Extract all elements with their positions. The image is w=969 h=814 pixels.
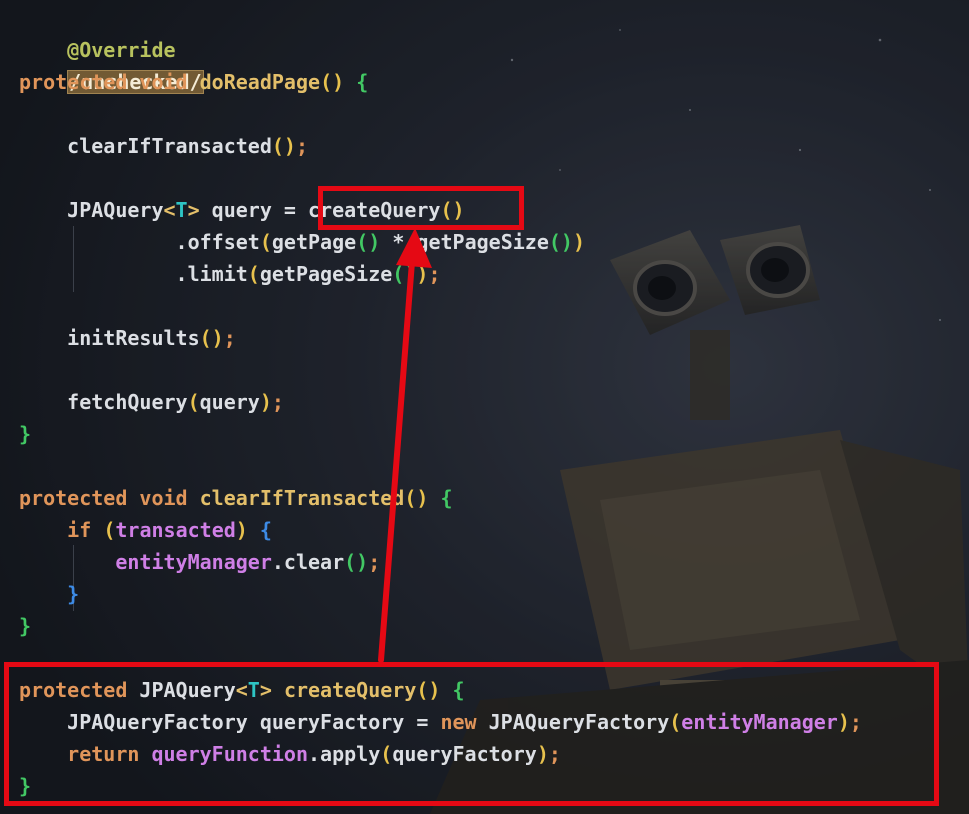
arrow-overlay xyxy=(378,228,432,663)
arrow-head xyxy=(396,228,432,268)
annotation-arrow xyxy=(378,259,415,663)
